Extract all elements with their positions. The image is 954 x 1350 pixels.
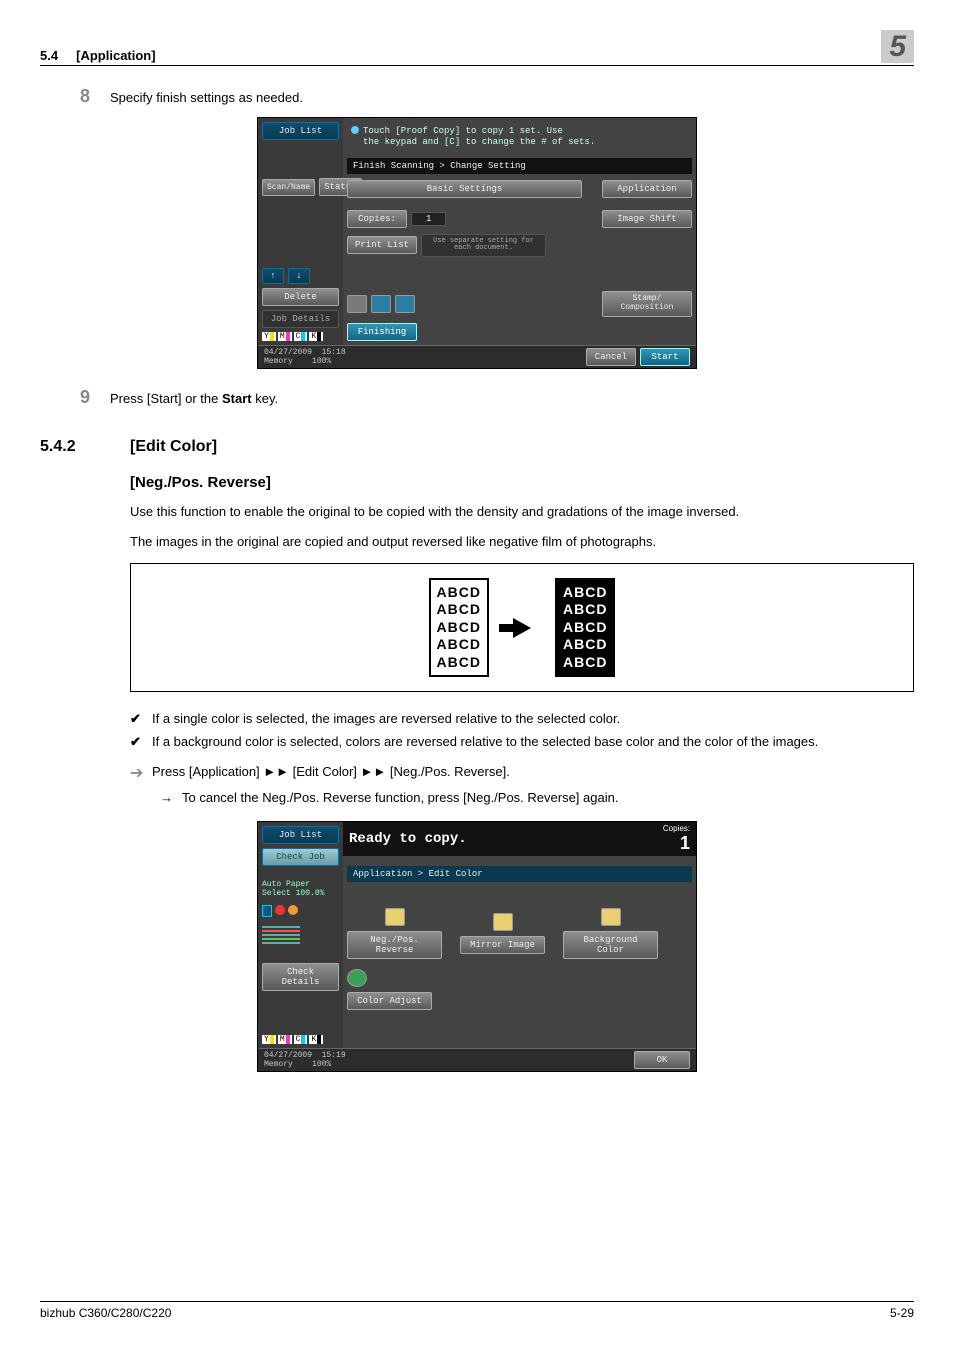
bullet-1-text: If a single color is selected, the image… [152,710,620,728]
footer-datetime: 04/27/2009 15:19 Memory 100% [264,1051,346,1069]
negpos-diagram: ABCD ABCD ABCD ABCD ABCD ABCD ABCD ABCD … [130,563,914,693]
color-adjust-button[interactable]: Color Adjust [347,992,432,1010]
abcd-positive: ABCD ABCD ABCD ABCD ABCD [429,578,489,678]
job-list-button[interactable]: Job List [262,826,339,844]
procedure-text: Press [Application] ►► [Edit Color] ►► [… [152,763,510,785]
arrow-right-icon [513,618,531,638]
step-8-number: 8 [40,86,110,107]
ok-button[interactable]: OK [634,1051,690,1069]
bullet-2-text: If a background color is selected, color… [152,733,818,751]
bullet-1: ✔ If a single color is selected, the ima… [130,710,914,728]
step-9-text: Press [Start] or the Start key. [110,387,914,408]
header-chapter-num: 5 [881,30,914,63]
stamp-composition-button[interactable]: Stamp/ Composition [602,291,692,317]
sort-label: Scan/Name [262,179,315,196]
breadcrumb-bar: Application > Edit Color [347,866,692,882]
page-footer: bizhub C360/C280/C220 5-29 [40,1301,914,1320]
subheading-negpos: [Neg./Pos. Reverse] [130,474,914,491]
image-shift-button[interactable]: Image Shift [602,210,692,228]
auto-paper-label: Auto Paper Select 100.0% [262,880,339,898]
negpos-reverse-button[interactable]: Neg./Pos. Reverse [347,931,442,959]
ymck-indicator: Y M C K [262,332,339,341]
info-icon [351,126,359,134]
start-button[interactable]: Start [640,348,690,366]
step-8-text: Specify finish settings as needed. [110,86,914,107]
arrow-right-icon: → [160,789,182,807]
job-list-button[interactable]: Job List [262,122,339,140]
print-list-button[interactable]: Print List [347,236,417,254]
abcd-negative: ABCD ABCD ABCD ABCD ABCD [555,578,615,678]
arrow-down-button[interactable]: ↓ [288,268,310,284]
finishing-icon-3 [395,295,415,313]
heading-number: 5.4.2 [40,438,130,456]
copies-value: 1 [411,212,446,226]
ready-message: Ready to copy. [349,831,467,847]
procedure-subline: → To cancel the Neg./Pos. Reverse functi… [160,789,914,807]
check-job-button[interactable]: Check Job [262,848,339,866]
arrow-up-button[interactable]: ↑ [262,268,284,284]
delete-button[interactable]: Delete [262,288,339,306]
separate-setting-label: Use separate setting for each document. [421,234,546,257]
arrow-right-icon: ➔ [130,763,152,785]
basic-settings-tab[interactable]: Basic Settings [347,180,582,198]
step-8: 8 Specify finish settings as needed. [40,86,914,107]
application-tab[interactable]: Application [602,180,692,198]
check-details-button[interactable]: Check Details [262,963,339,991]
screenshot-finish-settings: Job List Scan/Name Status ↑ ↓ Delete Job… [257,117,697,369]
page-header: 5.4 [Application] 5 [40,30,914,66]
cancel-button[interactable]: Cancel [586,348,636,366]
check-icon: ✔ [130,733,152,751]
procedure-subtext: To cancel the Neg./Pos. Reverse function… [182,789,618,807]
mirror-image-button[interactable]: Mirror Image [460,936,545,954]
mirror-icon [493,913,513,931]
footer-page-num: 5-29 [890,1306,914,1320]
finishing-icon-1 [347,295,367,313]
negpos-icon [385,908,405,926]
step-9: 9 Press [Start] or the Start key. [40,387,914,408]
preview-lines-icon [262,924,300,946]
header-section-num: 5.4 [40,48,58,63]
hint-message: Touch [Proof Copy] to copy 1 set. Usethe… [347,122,692,152]
footer-product: bizhub C360/C280/C220 [40,1306,171,1320]
copies-counter: Copies: 1 [663,824,690,854]
bullet-2: ✔ If a background color is selected, col… [130,733,914,751]
color-adjust-icon [347,969,367,987]
finishing-button[interactable]: Finishing [347,323,417,341]
check-icon: ✔ [130,710,152,728]
screenshot-edit-color: Job List Check Job Auto Paper Select 100… [257,821,697,1072]
color-mode-icons [262,905,339,917]
bgcolor-icon [601,908,621,926]
step-9-number: 9 [40,387,110,408]
breadcrumb-bar: Finish Scanning > Change Setting [347,158,692,174]
header-section-title: [Application] [76,48,155,63]
footer-datetime: 04/27/2009 15:18 Memory 100% [264,348,346,366]
background-color-button[interactable]: Background Color [563,931,658,959]
heading-title: [Edit Color] [130,438,217,456]
procedure-line: ➔ Press [Application] ►► [Edit Color] ►►… [130,763,914,785]
paragraph-2: The images in the original are copied an… [130,533,914,551]
copies-label: Copies: [347,210,407,228]
finishing-icon-2 [371,295,391,313]
ymck-indicator: Y M C K [262,1035,339,1044]
paragraph-1: Use this function to enable the original… [130,503,914,521]
heading-5-4-2: 5.4.2 [Edit Color] [40,438,914,456]
job-details-button[interactable]: Job Details [262,310,339,328]
